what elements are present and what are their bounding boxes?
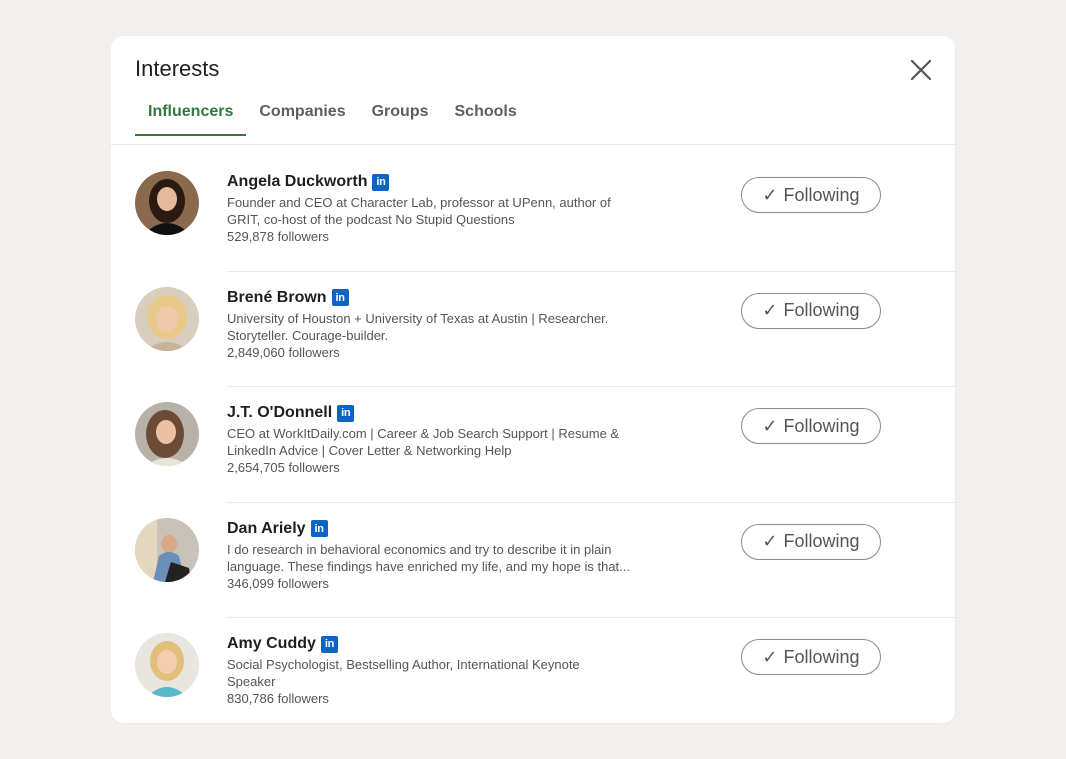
modal-title: Interests xyxy=(135,56,220,81)
following-label: Following xyxy=(783,300,860,320)
avatar[interactable] xyxy=(135,517,199,582)
following-label: Following xyxy=(783,646,860,667)
following-button[interactable]: ✓ Following xyxy=(741,292,881,329)
influencer-headline: CEO at WorkItDaily.com | Career & Job Se… xyxy=(227,425,687,459)
follower-count: 2,849,060 followers xyxy=(227,344,340,360)
headline-line: LinkedIn Advice | Cover Letter & Network… xyxy=(227,443,512,458)
close-button[interactable] xyxy=(907,56,935,84)
checkmark-icon: ✓ xyxy=(762,646,778,667)
linkedin-icon: in xyxy=(337,404,355,422)
following-label: Following xyxy=(783,184,860,205)
list-item: Angela Duckworth in Founder and CEO at C… xyxy=(111,155,955,271)
following-button[interactable]: ✓ Following xyxy=(741,177,881,213)
checkmark-icon: ✓ xyxy=(762,415,778,436)
influencer-headline: I do research in behavioral economics an… xyxy=(227,541,687,575)
checkmark-icon: ✓ xyxy=(762,300,778,320)
headline-line: I do research in behavioral economics an… xyxy=(227,541,612,557)
influencer-name[interactable]: J.T. O'Donnell xyxy=(227,404,332,422)
follower-count: 529,878 followers xyxy=(227,229,329,244)
follower-count: 346,099 followers xyxy=(227,575,329,591)
influencer-list: Angela Duckworth in Founder and CEO at C… xyxy=(111,155,955,723)
following-label: Following xyxy=(783,415,860,436)
linkedin-icon: in xyxy=(331,289,349,306)
tabs-divider xyxy=(111,144,955,145)
interests-modal: Interests Influencers Companies Groups S… xyxy=(111,36,955,723)
list-item: J.T. O'Donnell in CEO at WorkItDaily.com… xyxy=(111,386,955,502)
linkedin-icon: in xyxy=(310,520,328,537)
influencer-name[interactable]: Dan Ariely xyxy=(227,520,306,538)
influencer-name[interactable]: Angela Duckworth xyxy=(227,173,367,191)
tabs-bar: Influencers Companies Groups Schools xyxy=(135,96,530,144)
close-icon xyxy=(910,59,932,81)
avatar[interactable] xyxy=(135,286,199,351)
headline-line: Speaker xyxy=(227,674,276,689)
influencer-info: Brené Brown in University of Houston + U… xyxy=(227,288,687,361)
influencer-headline: Founder and CEO at Character Lab, profes… xyxy=(227,194,687,228)
headline-line: CEO at WorkItDaily.com | Career & Job Se… xyxy=(227,426,620,441)
headline-line: University of Houston + University of Te… xyxy=(227,310,609,326)
influencer-headline: Social Psychologist, Bestselling Author,… xyxy=(227,656,687,690)
tab-influencers[interactable]: Influencers xyxy=(135,96,247,144)
headline-line: Social Psychologist, Bestselling Author,… xyxy=(227,657,580,672)
headline-line: Founder and CEO at Character Lab, profes… xyxy=(227,195,611,210)
avatar[interactable] xyxy=(135,171,199,235)
follower-count: 2,654,705 followers xyxy=(227,460,340,475)
influencer-info: Angela Duckworth in Founder and CEO at C… xyxy=(227,172,687,245)
influencer-name[interactable]: Amy Cuddy xyxy=(227,635,316,653)
following-button[interactable]: ✓ Following xyxy=(741,408,881,444)
linkedin-icon: in xyxy=(320,635,338,653)
follower-count: 830,786 followers xyxy=(227,691,329,706)
influencer-headline: University of Houston + University of Te… xyxy=(227,310,687,344)
tab-companies[interactable]: Companies xyxy=(246,96,358,144)
tab-schools[interactable]: Schools xyxy=(442,96,530,144)
linkedin-icon: in xyxy=(372,173,390,191)
influencer-info: J.T. O'Donnell in CEO at WorkItDaily.com… xyxy=(227,403,687,476)
list-item: Dan Ariely in I do research in behaviora… xyxy=(111,501,955,618)
avatar[interactable] xyxy=(135,402,199,466)
following-button[interactable]: ✓ Following xyxy=(741,523,881,560)
checkmark-icon: ✓ xyxy=(762,184,778,205)
checkmark-icon: ✓ xyxy=(762,531,778,551)
tab-groups[interactable]: Groups xyxy=(359,96,442,144)
following-button[interactable]: ✓ Following xyxy=(741,639,881,675)
list-item: Brené Brown in University of Houston + U… xyxy=(111,270,955,387)
following-label: Following xyxy=(783,531,860,551)
influencer-name[interactable]: Brené Brown xyxy=(227,289,327,307)
headline-line: Storyteller. Courage-builder. xyxy=(227,327,389,343)
influencer-info: Dan Ariely in I do research in behaviora… xyxy=(227,519,687,592)
influencer-info: Amy Cuddy in Social Psychologist, Bestse… xyxy=(227,634,687,707)
headline-line: GRIT, co-host of the podcast No Stupid Q… xyxy=(227,212,515,227)
avatar[interactable] xyxy=(135,633,199,697)
list-item: Amy Cuddy in Social Psychologist, Bestse… xyxy=(111,617,955,723)
headline-line: language. These findings have enriched m… xyxy=(227,558,631,574)
